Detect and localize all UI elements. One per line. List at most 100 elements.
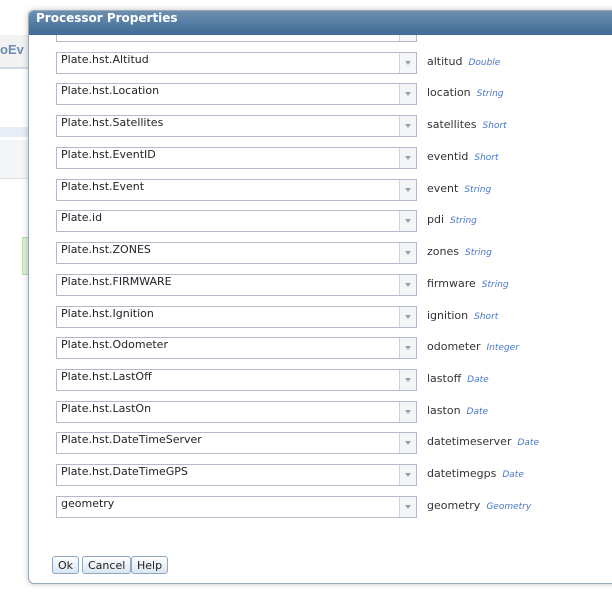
- combobox-value: Plate.hst.FIRMWARE: [61, 274, 172, 288]
- attribute-name: lastoff: [427, 372, 462, 386]
- attribute-type: Date: [502, 470, 524, 481]
- mapping-combobox[interactable]: Plate.hst.Heading: [56, 35, 417, 42]
- chevron-down-icon[interactable]: [399, 116, 416, 137]
- chevron-down-icon[interactable]: [399, 274, 416, 295]
- combobox-value: Plate.hst.DateTimeGPS: [61, 465, 188, 479]
- background-strip: [0, 127, 30, 137]
- mapping-combobox[interactable]: Plate.hst.LastOn: [56, 400, 417, 423]
- attribute-label: event String: [427, 182, 491, 195]
- combobox-value: Plate.id: [61, 211, 103, 225]
- combobox-value: Plate.hst.DateTimeServer: [61, 433, 202, 447]
- mapping-combobox[interactable]: Plate.hst.Location: [56, 83, 417, 106]
- attribute-label: heading String: [427, 35, 504, 36]
- background-tab-label: oEv: [0, 42, 24, 57]
- attribute-name: location: [427, 86, 471, 100]
- mapping-combobox[interactable]: Plate.id: [56, 210, 417, 233]
- attribute-name: altitud: [427, 54, 463, 68]
- attribute-name: ignition: [427, 308, 469, 322]
- attribute-type: String: [481, 279, 509, 290]
- chevron-down-icon[interactable]: [399, 433, 416, 454]
- mapping-combobox[interactable]: Plate.hst.Odometer: [56, 337, 417, 360]
- mapping-combobox[interactable]: Plate.hst.Satellites: [56, 115, 417, 138]
- attribute-type: Date: [517, 438, 539, 449]
- dialog-title: Processor Properties: [29, 11, 612, 35]
- mapping-combobox[interactable]: Plate.hst.ZONES: [56, 242, 417, 265]
- mapping-combobox[interactable]: Plate.hst.EventID: [56, 146, 417, 169]
- attribute-name: heading: [427, 35, 471, 36]
- attribute-label: location String: [427, 86, 504, 99]
- combobox-value: Plate.hst.Ignition: [61, 306, 154, 320]
- attribute-type: Double: [468, 57, 501, 68]
- help-button[interactable]: Help: [131, 556, 169, 574]
- attribute-label: pdi String: [427, 213, 477, 226]
- combobox-value: Plate.hst.Satellites: [61, 116, 164, 130]
- chevron-down-icon[interactable]: [399, 306, 416, 327]
- mapping-combobox[interactable]: Plate.hst.DateTimeServer: [56, 432, 417, 455]
- attribute-name: firmware: [427, 276, 476, 290]
- combobox-value: Plate.hst.Location: [61, 84, 160, 98]
- attribute-label: odometer Integer: [427, 340, 519, 353]
- property-row: Plate.hst.Heading heading String: [29, 35, 612, 44]
- processor-properties-dialog: Processor Properties Plate.hst.Heading he…: [28, 10, 612, 584]
- dialog-body[interactable]: Plate.hst.HeadingheadingStringPlate.hst.…: [29, 35, 612, 553]
- attribute-label: satellites Short: [427, 118, 507, 131]
- attribute-label: laston Date: [427, 404, 488, 417]
- combobox-value: Plate.hst.LastOn: [61, 401, 152, 415]
- mapping-combobox[interactable]: Plate.hst.Event: [56, 178, 417, 201]
- ok-button[interactable]: Ok: [52, 556, 80, 574]
- property-row: Plate.hst.ZONES zones String: [29, 242, 612, 266]
- property-row: Plate.hst.LastOff lastoff Date: [29, 369, 612, 393]
- property-row: Plate.hst.LastOn laston Date: [29, 400, 612, 425]
- mapping-combobox[interactable]: geometry: [56, 495, 417, 518]
- chevron-down-icon[interactable]: [399, 243, 416, 264]
- attribute-type: Geometry: [486, 501, 532, 512]
- cancel-button[interactable]: Cancel: [82, 556, 132, 574]
- attribute-type: String: [477, 35, 504, 36]
- mapping-combobox[interactable]: Plate.hst.LastOff: [56, 369, 417, 392]
- property-row: Plate.hst.EventID eventid Short: [29, 146, 612, 171]
- mapping-combobox[interactable]: Plate.hst.DateTimeGPS: [56, 464, 417, 487]
- mapping-combobox[interactable]: Plate.hst.Ignition: [56, 305, 417, 328]
- attribute-label: altitud Double: [427, 55, 500, 68]
- property-row: Plate.hst.Altitud altitud Double: [29, 51, 612, 76]
- attribute-type: Short: [474, 311, 499, 322]
- attribute-label: firmware String: [427, 277, 509, 290]
- property-row: Plate.hst.Satellites satellites Short: [29, 115, 612, 139]
- property-row: Plate.hst.Ignition ignition Short: [29, 305, 612, 330]
- combobox-value: Plate.hst.EventID: [61, 147, 156, 161]
- mapping-combobox[interactable]: Plate.hst.FIRMWARE: [56, 273, 417, 296]
- attribute-type: Integer: [486, 343, 519, 354]
- attribute-name: satellites: [427, 118, 477, 132]
- attribute-type: Short: [474, 152, 499, 163]
- attribute-type: Date: [467, 375, 489, 386]
- attribute-type: String: [450, 216, 477, 227]
- chevron-down-icon[interactable]: [399, 35, 416, 41]
- combobox-value: Plate.hst.ZONES: [61, 243, 151, 257]
- attribute-label: datetimegps Date: [427, 467, 524, 480]
- attribute-label: eventid Short: [427, 150, 499, 163]
- chevron-down-icon[interactable]: [399, 496, 416, 517]
- chevron-down-icon[interactable]: [399, 147, 416, 168]
- chevron-down-icon[interactable]: [399, 465, 416, 486]
- attribute-label: geometry Geometry: [427, 499, 531, 512]
- chevron-down-icon[interactable]: [399, 401, 416, 422]
- attribute-type: String: [476, 89, 504, 100]
- combobox-value: Plate.hst.Altitud: [61, 52, 149, 66]
- attribute-label: datetimeserver Date: [427, 435, 539, 448]
- combobox-value: Plate.hst.Event: [61, 179, 145, 193]
- chevron-down-icon[interactable]: [399, 179, 416, 200]
- chevron-down-icon[interactable]: [399, 370, 416, 391]
- attribute-label: ignition Short: [427, 309, 498, 322]
- attribute-name: datetimegps: [427, 467, 497, 481]
- chevron-down-icon[interactable]: [399, 52, 416, 73]
- chevron-down-icon[interactable]: [399, 84, 416, 105]
- chevron-down-icon[interactable]: [399, 338, 416, 359]
- property-row: Plate.hst.DateTimeGPS datetimegps Date: [29, 464, 612, 488]
- attribute-type: Date: [466, 406, 489, 417]
- mapping-combobox[interactable]: Plate.hst.Altitud: [56, 51, 417, 74]
- combobox-value: Plate.hst.Odometer: [61, 338, 168, 352]
- property-row: Plate.hst.Odometer odometer Integer: [29, 337, 612, 361]
- chevron-down-icon[interactable]: [399, 211, 416, 232]
- property-row: Plate.hst.FIRMWARE firmware String: [29, 273, 612, 298]
- background-panel: [0, 140, 30, 179]
